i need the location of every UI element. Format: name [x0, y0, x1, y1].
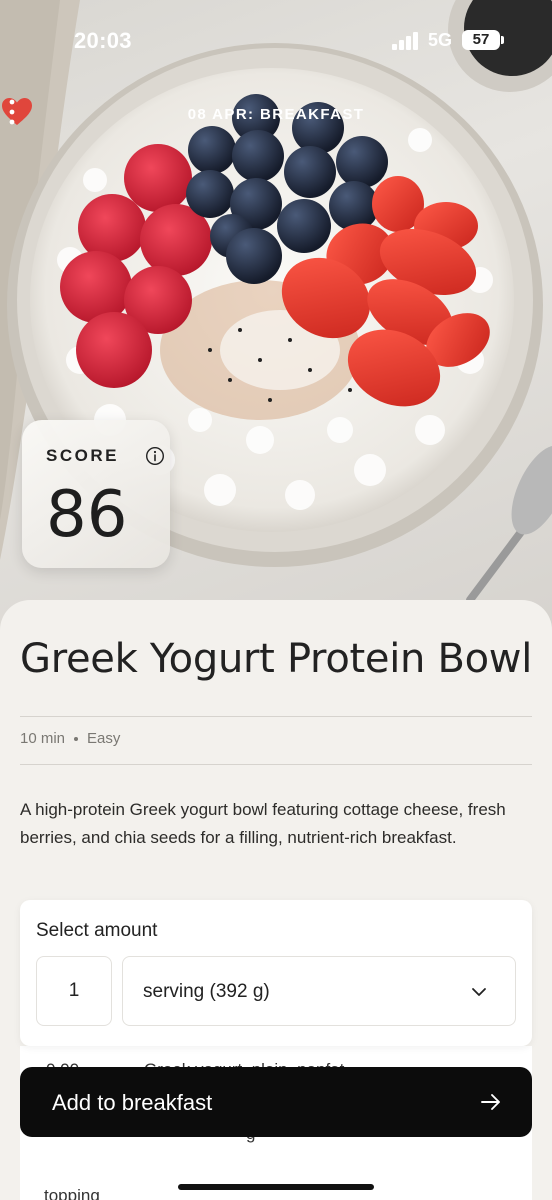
score-value: 86 — [46, 478, 128, 552]
add-button-label: Add to breakfast — [52, 1090, 213, 1115]
amount-label: Select amount — [36, 920, 158, 941]
quantity-input[interactable]: 1 — [36, 956, 112, 1026]
status-time: 20:03 — [74, 28, 132, 53]
prep-time: 10 min — [20, 730, 66, 747]
meal-title: 08 APR: BREAKFAST — [187, 106, 365, 123]
home-indicator[interactable] — [178, 1184, 374, 1190]
add-to-meal-button[interactable]: Add to breakfast — [20, 1067, 532, 1137]
recipe-description: A high-protein Greek yogurt bowl featuri… — [20, 800, 506, 847]
network-type: 5G — [428, 30, 453, 50]
unit-value: serving (392 g) — [143, 981, 270, 1002]
score-card: SCORE 86 — [22, 420, 170, 568]
info-icon[interactable] — [145, 446, 165, 466]
more-icon[interactable] — [0, 96, 24, 128]
arrow-right-icon — [481, 1094, 500, 1110]
amount-selector: Select amount 1 serving (392 g) — [20, 900, 532, 1046]
recipe-meta: 10 min Easy — [20, 730, 120, 747]
chevron-down-icon — [472, 988, 486, 996]
status-bar: 20:03 5G 57 — [0, 0, 552, 80]
score-label: SCORE — [46, 446, 119, 465]
battery-icon: 57 — [462, 30, 504, 50]
signal-icon — [392, 32, 420, 50]
top-nav: 08 APR: BREAKFAST — [0, 96, 552, 136]
separator-dot — [74, 737, 79, 742]
meal-selector[interactable]: 08 APR: BREAKFAST — [0, 106, 552, 124]
divider — [20, 716, 532, 717]
difficulty: Easy — [87, 730, 121, 747]
section-heading: topping — [44, 1186, 100, 1200]
unit-dropdown[interactable]: serving (392 g) — [122, 956, 516, 1026]
recipe-title: Greek Yogurt Protein Bowl — [20, 636, 533, 682]
divider — [20, 764, 532, 765]
